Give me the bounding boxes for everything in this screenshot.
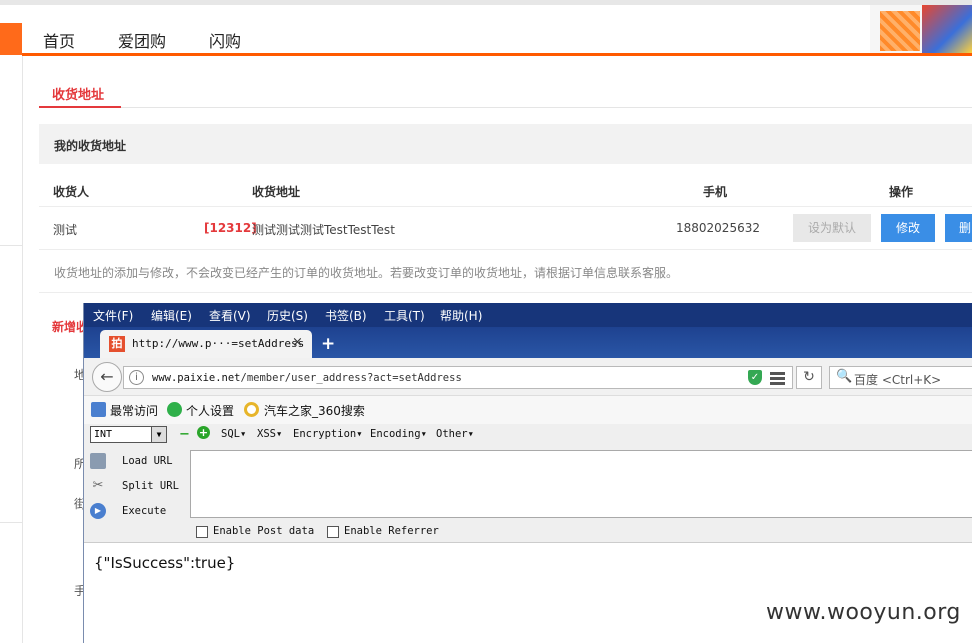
section-divider	[39, 107, 972, 108]
cell-phone: 18802025632	[676, 221, 760, 235]
load-url-button[interactable]: Load URL	[122, 455, 173, 467]
other-menu[interactable]: Other▾	[436, 428, 474, 440]
execute-play-icon[interactable]: ▶	[90, 503, 106, 519]
sql-menu[interactable]: SQL▾	[221, 428, 246, 440]
enable-post-checkbox[interactable]	[196, 526, 208, 538]
decrease-icon[interactable]: −	[179, 427, 190, 442]
url-text[interactable]: www.paixie.net/member/user_address?act=s…	[152, 372, 462, 384]
nav-home[interactable]: 首页	[43, 28, 75, 52]
cell-zip: [12312]	[204, 221, 257, 235]
menu-file[interactable]: 文件(F)	[93, 307, 133, 324]
set-default-button[interactable]: 设为默认	[793, 214, 871, 242]
encryption-menu[interactable]: Encryption▾	[293, 428, 363, 440]
promo-banner[interactable]	[870, 5, 972, 53]
split-url-button[interactable]: Split URL	[122, 480, 179, 492]
security-shield-icon[interactable]: ✓	[748, 370, 762, 385]
navigation-toolbar: ← i www.paixie.net/member/user_address?a…	[84, 358, 972, 396]
promo-image-right	[922, 5, 972, 53]
enable-referrer-label[interactable]: Enable Referrer	[344, 525, 439, 537]
menu-edit[interactable]: 编辑(E)	[151, 307, 192, 324]
bookmarks-toolbar: 最常访问 个人设置 汽车之家_360搜索	[84, 396, 972, 424]
page-content: {"IsSuccess":true}	[84, 542, 972, 643]
column-header-phone: 手机	[703, 185, 728, 199]
menu-view[interactable]: 查看(V)	[209, 307, 251, 324]
sidebar-divider-tick	[0, 245, 22, 246]
nav-flash-sale[interactable]: 闪购	[209, 28, 241, 52]
promo-image-left	[880, 11, 920, 51]
menu-history[interactable]: 历史(S)	[267, 307, 308, 324]
sidebar-divider-tick	[0, 522, 22, 523]
tab-title: http://www.p···=setAddress	[132, 337, 305, 350]
delete-button[interactable]: 删	[945, 214, 972, 242]
search-icon: 🔍	[836, 369, 853, 384]
enable-post-label[interactable]: Enable Post data	[213, 525, 314, 537]
new-tab-icon[interactable]: +	[321, 334, 335, 354]
firefox-window: 文件(F) 编辑(E) 查看(V) 历史(S) 书签(B) 工具(T) 帮助(H…	[83, 303, 972, 643]
table-divider	[39, 249, 972, 250]
section-tab-underline	[39, 106, 121, 108]
load-url-icon[interactable]	[90, 453, 106, 469]
bookmark-personal-settings[interactable]: 个人设置	[186, 402, 234, 419]
category-tab[interactable]	[0, 23, 22, 55]
cell-receiver: 测试	[53, 223, 78, 237]
column-header-actions: 操作	[889, 185, 914, 199]
scissors-icon[interactable]: ✂	[90, 478, 106, 494]
nav-group-buy[interactable]: 爱团购	[118, 28, 166, 52]
bookmark-most-visited[interactable]: 最常访问	[110, 402, 158, 419]
sidebar-divider	[22, 56, 23, 643]
screenshot-root: 首页 爱团购 闪购 收货地址 我的收货地址 收货人 收货地址 手机 操作 测试 …	[0, 0, 972, 643]
xss-menu[interactable]: XSS▾	[257, 428, 282, 440]
qr-code-icon[interactable]	[770, 370, 785, 385]
close-tab-icon[interactable]: ×	[292, 335, 303, 350]
type-select-value: INT	[94, 429, 113, 440]
chevron-down-icon[interactable]: ▼	[151, 427, 166, 442]
execute-button[interactable]: Execute	[122, 505, 166, 517]
address-panel-header: 我的收货地址	[39, 124, 972, 164]
table-divider	[39, 206, 972, 207]
url-path: /member/user_address?act=setAddress	[240, 372, 462, 384]
json-response: {"IsSuccess":true}	[94, 554, 236, 572]
menu-bar: 文件(F) 编辑(E) 查看(V) 历史(S) 书签(B) 工具(T) 帮助(H…	[84, 303, 972, 327]
search-box[interactable]: 🔍 百度 <Ctrl+K>	[829, 366, 972, 389]
address-notice: 收货地址的添加与修改，不会改变已经产生的订单的收货地址。若要改变订单的收货地址，…	[54, 266, 679, 280]
edit-button[interactable]: 修改	[881, 214, 935, 242]
bookmark-autohome[interactable]: 汽车之家_360搜索	[264, 402, 365, 419]
menu-bookmarks[interactable]: 书签(B)	[325, 307, 367, 324]
menu-tools[interactable]: 工具(T)	[384, 307, 425, 324]
increase-icon[interactable]: +	[197, 426, 210, 439]
section-title[interactable]: 收货地址	[52, 84, 104, 103]
personal-settings-icon	[167, 402, 182, 417]
most-visited-icon	[91, 402, 106, 417]
encoding-menu[interactable]: Encoding▾	[370, 428, 427, 440]
browser-tab[interactable]: 拍 http://www.p···=setAddress ×	[100, 330, 312, 358]
url-textarea[interactable]	[190, 450, 972, 518]
url-bar[interactable]: i www.paixie.net/member/user_address?act…	[123, 366, 793, 389]
autohome-icon	[244, 402, 259, 417]
tab-strip: 拍 http://www.p···=setAddress × +	[84, 327, 972, 358]
menu-help[interactable]: 帮助(H)	[440, 307, 482, 324]
reload-icon[interactable]: ↻	[796, 366, 822, 389]
address-panel-title: 我的收货地址	[54, 139, 127, 153]
column-header-address: 收货地址	[252, 185, 301, 199]
watermark: www.wooyun.org	[766, 600, 961, 625]
type-select[interactable]: INT ▼	[90, 426, 167, 443]
new-address-title[interactable]: 新增收	[52, 318, 84, 335]
search-placeholder: 百度 <Ctrl+K>	[854, 373, 942, 387]
site-favicon-icon: 拍	[109, 336, 125, 352]
site-info-icon[interactable]: i	[129, 370, 144, 385]
nav-underline	[22, 53, 972, 56]
enable-referrer-checkbox[interactable]	[327, 526, 339, 538]
section-divider	[39, 292, 972, 293]
url-domain: www.paixie.net	[152, 372, 241, 384]
back-arrow-icon[interactable]: ←	[92, 362, 122, 392]
column-header-receiver: 收货人	[53, 185, 90, 199]
cell-address: 测试测试测试TestTestTest	[252, 223, 395, 237]
top-border	[0, 0, 972, 5]
